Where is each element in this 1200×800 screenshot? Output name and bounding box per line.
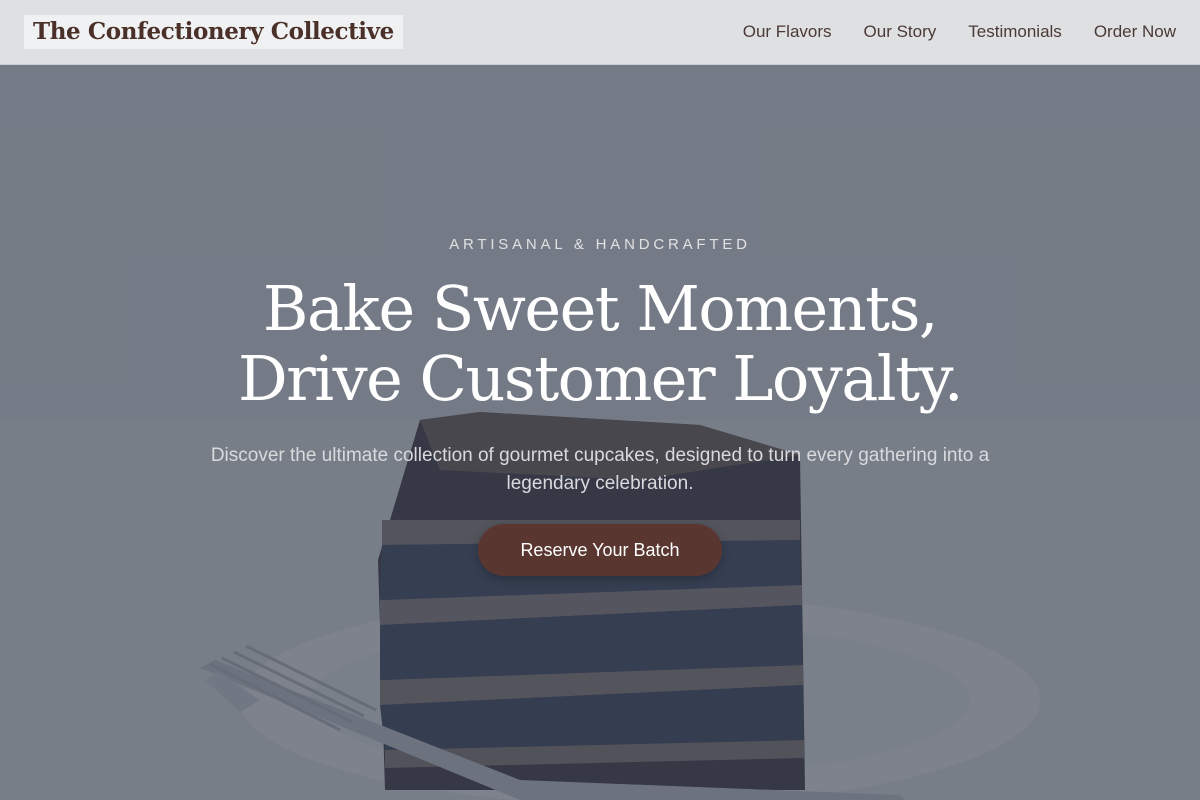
- nav-link-our-flavors[interactable]: Our Flavors: [743, 22, 832, 42]
- hero-subtext: Discover the ultimate collection of gour…: [210, 445, 990, 494]
- hero-headline: Bake Sweet Moments, Drive Customer Loyal…: [0, 274, 1200, 414]
- nav-link-testimonials[interactable]: Testimonials: [968, 22, 1062, 42]
- hero-headline-line-1: Bake Sweet Moments,: [262, 272, 939, 345]
- hero-content: ARTISANAL & HANDCRAFTED Bake Sweet Momen…: [0, 0, 1200, 800]
- nav-link-our-story[interactable]: Our Story: [864, 22, 937, 42]
- site-header: The Confectionery Collective Our Flavors…: [0, 0, 1200, 65]
- main-nav: Our Flavors Our Story Testimonials Order…: [743, 22, 1176, 42]
- nav-link-order-now[interactable]: Order Now: [1094, 22, 1176, 42]
- reserve-batch-button[interactable]: Reserve Your Batch: [478, 524, 722, 576]
- hero-eyebrow: ARTISANAL & HANDCRAFTED: [449, 236, 751, 253]
- brand-logo[interactable]: The Confectionery Collective: [24, 15, 403, 49]
- hero-headline-line-2: Drive Customer Loyalty.: [237, 342, 964, 415]
